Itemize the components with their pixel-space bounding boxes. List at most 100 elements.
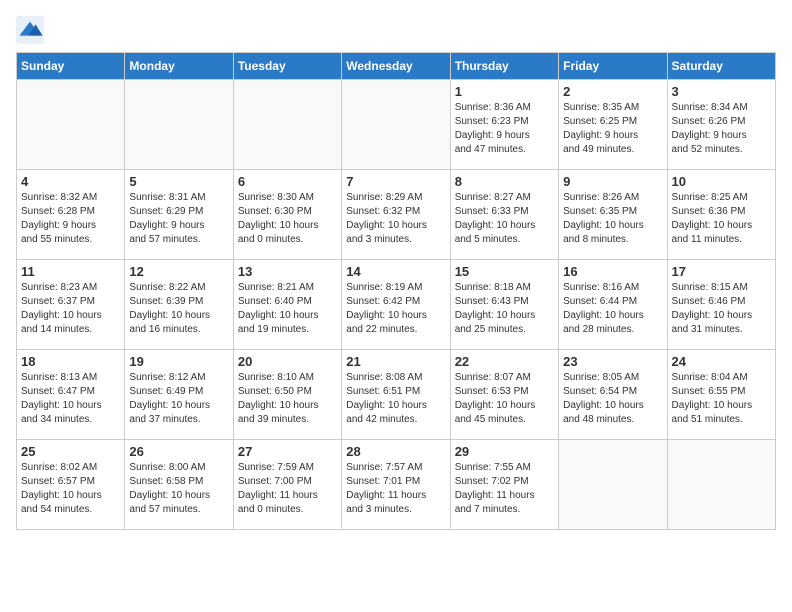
logo-icon [16,16,44,44]
day-cell [17,80,125,170]
day-info: Sunrise: 8:10 AM Sunset: 6:50 PM Dayligh… [238,371,337,427]
day-number: 8 [455,174,554,189]
day-cell: 26 Sunrise: 8:00 AM Sunset: 6:58 PM Dayli… [125,440,233,530]
day-cell: 20 Sunrise: 8:10 AM Sunset: 6:50 PM Dayli… [233,350,341,440]
day-cell: 22 Sunrise: 8:07 AM Sunset: 6:53 PM Dayli… [450,350,558,440]
week-row-4: 18Sunrise: 8:13 AM Sunset: 6:47 PM Dayli… [17,350,776,440]
day-cell [559,440,667,530]
day-info: Sunrise: 8:19 AM Sunset: 6:42 PM Dayligh… [346,281,445,337]
day-info: Sunrise: 8:34 AM Sunset: 6:26 PM Dayligh… [672,101,771,157]
day-cell: 9 Sunrise: 8:26 AM Sunset: 6:35 PM Daylig… [559,170,667,260]
day-number: 27 [238,444,337,459]
day-number: 12 [129,264,228,279]
day-number: 9 [563,174,662,189]
day-number: 20 [238,354,337,369]
day-info: Sunrise: 8:22 AM Sunset: 6:39 PM Dayligh… [129,281,228,337]
day-info: Sunrise: 8:32 AM Sunset: 6:28 PM Dayligh… [21,191,120,247]
col-header-friday: Friday [559,53,667,80]
day-info: Sunrise: 8:00 AM Sunset: 6:58 PM Dayligh… [129,461,228,517]
day-info: Sunrise: 8:23 AM Sunset: 6:37 PM Dayligh… [21,281,120,337]
day-cell: 29Sunrise: 7:55 AM Sunset: 7:02 PM Dayli… [450,440,558,530]
day-cell [125,80,233,170]
day-cell: 8 Sunrise: 8:27 AM Sunset: 6:33 PM Daylig… [450,170,558,260]
day-cell: 27 Sunrise: 7:59 AM Sunset: 7:00 PM Dayli… [233,440,341,530]
day-info: Sunrise: 8:35 AM Sunset: 6:25 PM Dayligh… [563,101,662,157]
day-number: 1 [455,84,554,99]
day-cell: 25 Sunrise: 8:02 AM Sunset: 6:57 PM Dayli… [17,440,125,530]
day-cell: 16 Sunrise: 8:16 AM Sunset: 6:44 PM Dayli… [559,260,667,350]
day-cell: 15 Sunrise: 8:18 AM Sunset: 6:43 PM Dayli… [450,260,558,350]
day-number: 10 [672,174,771,189]
day-number: 4 [21,174,120,189]
day-number: 11 [21,264,120,279]
day-cell: 19Sunrise: 8:12 AM Sunset: 6:49 PM Dayli… [125,350,233,440]
col-header-sunday: Sunday [17,53,125,80]
day-number: 2 [563,84,662,99]
day-number: 18 [21,354,120,369]
day-cell: 12 Sunrise: 8:22 AM Sunset: 6:39 PM Dayli… [125,260,233,350]
day-number: 6 [238,174,337,189]
day-info: Sunrise: 8:16 AM Sunset: 6:44 PM Dayligh… [563,281,662,337]
day-cell: 3 Sunrise: 8:34 AM Sunset: 6:26 PM Daylig… [667,80,775,170]
day-number: 26 [129,444,228,459]
day-info: Sunrise: 8:04 AM Sunset: 6:55 PM Dayligh… [672,371,771,427]
col-header-thursday: Thursday [450,53,558,80]
day-cell: 28 Sunrise: 7:57 AM Sunset: 7:01 PM Dayli… [342,440,450,530]
day-cell: 21Sunrise: 8:08 AM Sunset: 6:51 PM Dayli… [342,350,450,440]
day-cell: 24 Sunrise: 8:04 AM Sunset: 6:55 PM Dayli… [667,350,775,440]
col-header-monday: Monday [125,53,233,80]
day-number: 15 [455,264,554,279]
day-number: 3 [672,84,771,99]
day-cell [233,80,341,170]
day-cell: 23 Sunrise: 8:05 AM Sunset: 6:54 PM Dayli… [559,350,667,440]
day-number: 24 [672,354,771,369]
day-info: Sunrise: 7:57 AM Sunset: 7:01 PM Dayligh… [346,461,445,517]
day-info: Sunrise: 8:36 AM Sunset: 6:23 PM Dayligh… [455,101,554,157]
day-cell: 4 Sunrise: 8:32 AM Sunset: 6:28 PM Daylig… [17,170,125,260]
day-number: 16 [563,264,662,279]
day-cell: 5 Sunrise: 8:31 AM Sunset: 6:29 PM Daylig… [125,170,233,260]
day-info: Sunrise: 8:26 AM Sunset: 6:35 PM Dayligh… [563,191,662,247]
day-info: Sunrise: 8:02 AM Sunset: 6:57 PM Dayligh… [21,461,120,517]
header-row: SundayMondayTuesdayWednesdayThursdayFrid… [17,53,776,80]
day-number: 17 [672,264,771,279]
day-number: 22 [455,354,554,369]
day-number: 5 [129,174,228,189]
day-info: Sunrise: 8:31 AM Sunset: 6:29 PM Dayligh… [129,191,228,247]
day-cell: 7 Sunrise: 8:29 AM Sunset: 6:32 PM Daylig… [342,170,450,260]
day-number: 23 [563,354,662,369]
day-cell: 11 Sunrise: 8:23 AM Sunset: 6:37 PM Dayli… [17,260,125,350]
day-cell: 17 Sunrise: 8:15 AM Sunset: 6:46 PM Dayli… [667,260,775,350]
day-info: Sunrise: 7:59 AM Sunset: 7:00 PM Dayligh… [238,461,337,517]
day-cell [342,80,450,170]
day-cell: 13Sunrise: 8:21 AM Sunset: 6:40 PM Dayli… [233,260,341,350]
col-header-wednesday: Wednesday [342,53,450,80]
day-info: Sunrise: 8:15 AM Sunset: 6:46 PM Dayligh… [672,281,771,337]
day-info: Sunrise: 8:07 AM Sunset: 6:53 PM Dayligh… [455,371,554,427]
day-number: 28 [346,444,445,459]
week-row-2: 4 Sunrise: 8:32 AM Sunset: 6:28 PM Daylig… [17,170,776,260]
day-number: 25 [21,444,120,459]
calendar-table: SundayMondayTuesdayWednesdayThursdayFrid… [16,52,776,530]
day-info: Sunrise: 8:29 AM Sunset: 6:32 PM Dayligh… [346,191,445,247]
day-cell: 14 Sunrise: 8:19 AM Sunset: 6:42 PM Dayli… [342,260,450,350]
week-row-1: 1 Sunrise: 8:36 AM Sunset: 6:23 PM Daylig… [17,80,776,170]
col-header-tuesday: Tuesday [233,53,341,80]
day-number: 14 [346,264,445,279]
day-cell: 10Sunrise: 8:25 AM Sunset: 6:36 PM Dayli… [667,170,775,260]
logo [16,16,48,44]
day-info: Sunrise: 8:27 AM Sunset: 6:33 PM Dayligh… [455,191,554,247]
day-info: Sunrise: 8:05 AM Sunset: 6:54 PM Dayligh… [563,371,662,427]
day-info: Sunrise: 8:18 AM Sunset: 6:43 PM Dayligh… [455,281,554,337]
day-number: 7 [346,174,445,189]
header [16,16,776,44]
day-cell: 2 Sunrise: 8:35 AM Sunset: 6:25 PM Daylig… [559,80,667,170]
col-header-saturday: Saturday [667,53,775,80]
day-cell: 1 Sunrise: 8:36 AM Sunset: 6:23 PM Daylig… [450,80,558,170]
day-info: Sunrise: 8:12 AM Sunset: 6:49 PM Dayligh… [129,371,228,427]
week-row-5: 25 Sunrise: 8:02 AM Sunset: 6:57 PM Dayli… [17,440,776,530]
day-cell: 6Sunrise: 8:30 AM Sunset: 6:30 PM Daylig… [233,170,341,260]
week-row-3: 11 Sunrise: 8:23 AM Sunset: 6:37 PM Dayli… [17,260,776,350]
day-info: Sunrise: 8:08 AM Sunset: 6:51 PM Dayligh… [346,371,445,427]
day-info: Sunrise: 7:55 AM Sunset: 7:02 PM Dayligh… [455,461,554,517]
